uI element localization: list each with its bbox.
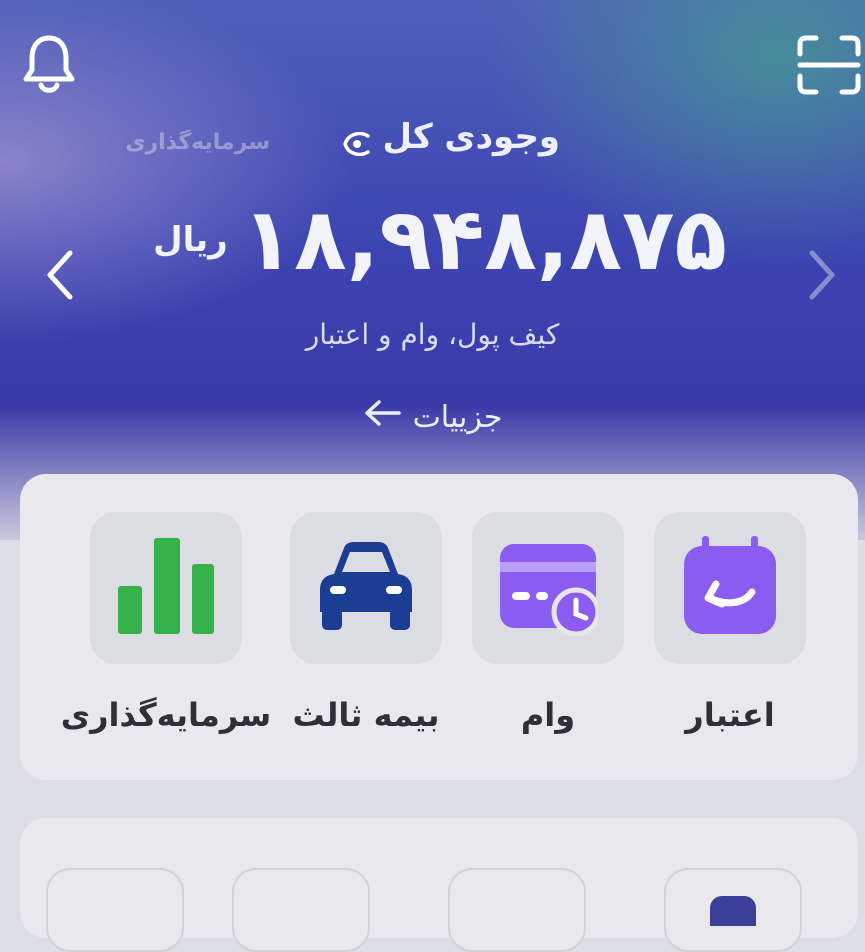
secondary-item-icon — [710, 896, 756, 926]
secondary-item[interactable] — [664, 868, 802, 952]
service-insurance-label: بیمه ثالث — [292, 696, 440, 734]
service-credit-label: اعتبار — [685, 696, 775, 734]
balance-title: وجودی کل — [382, 117, 560, 157]
service-insurance-button[interactable] — [290, 512, 442, 664]
details-label: جزییات — [412, 399, 503, 435]
balance-unit: ریال — [153, 220, 228, 260]
bar-chart-icon — [116, 538, 216, 638]
service-investment-button[interactable] — [90, 512, 242, 664]
service-loan-button[interactable] — [472, 512, 624, 664]
secondary-item[interactable] — [448, 868, 586, 952]
details-link[interactable]: جزییات — [320, 395, 545, 439]
loan-card-icon — [498, 536, 601, 640]
balance-amount-row: ۱۸,۹۴۸,۸۷۵ ریال — [130, 190, 750, 290]
next-arrow-icon[interactable] — [802, 245, 842, 305]
service-loan-label: وام — [520, 696, 576, 734]
bell-icon[interactable] — [20, 32, 78, 96]
service-investment-label: سرمایه‌گذاری — [60, 696, 272, 734]
arrow-left-icon — [363, 399, 401, 435]
scan-icon[interactable] — [796, 34, 862, 96]
balance-title-row: وجودی کل — [330, 112, 560, 162]
secondary-item[interactable] — [232, 868, 370, 952]
service-credit-button[interactable] — [654, 512, 806, 664]
eye-icon[interactable] — [342, 125, 372, 157]
credit-calendar-icon — [682, 536, 778, 640]
balance-subtitle: کیف پول، وام و اعتبار — [305, 318, 560, 351]
services-card: اعتبار وام بیمه ثالث — [20, 474, 858, 780]
balance-amount: ۱۸,۹۴۸,۸۷۵ — [241, 190, 727, 290]
car-icon — [316, 540, 416, 636]
secondary-card — [20, 818, 858, 952]
previous-arrow-icon[interactable] — [40, 245, 80, 305]
secondary-item[interactable] — [46, 868, 184, 952]
ghost-tab-label: سرمایه‌گذاری — [125, 130, 270, 155]
